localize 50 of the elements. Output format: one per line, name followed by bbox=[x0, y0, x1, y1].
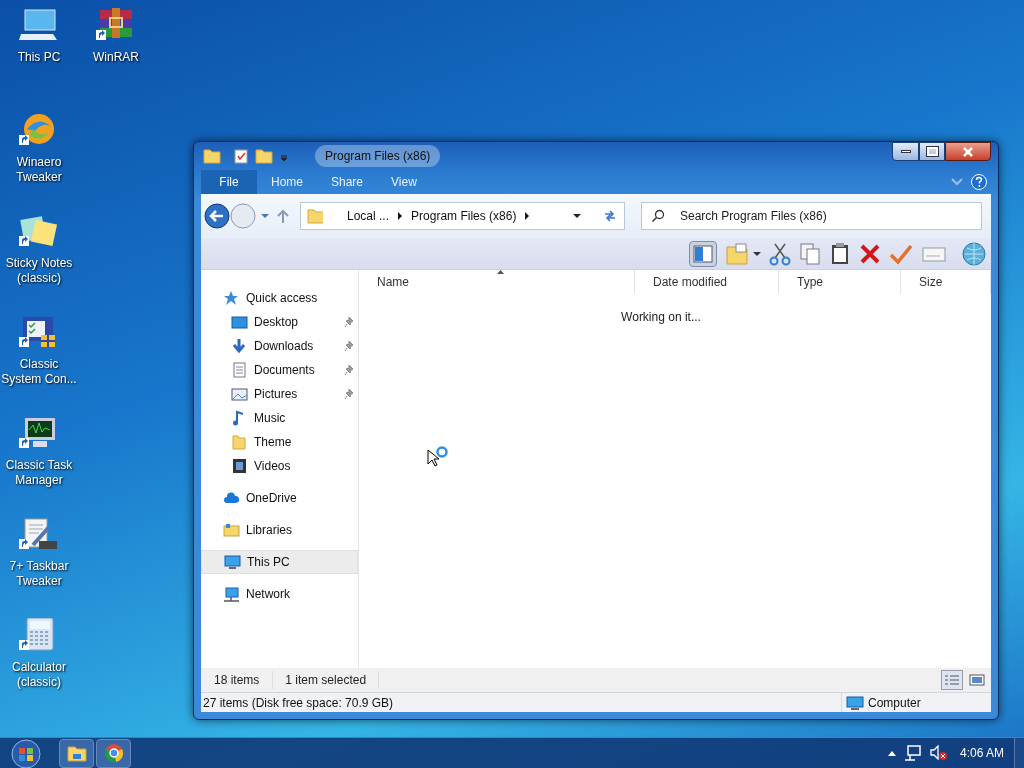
disk-summary: 27 items (Disk free space: 70.9 GB) bbox=[202, 694, 395, 712]
nav-label: OneDrive bbox=[246, 490, 297, 507]
column-header[interactable]: Date modified bbox=[635, 270, 779, 294]
selection-count: 1 item selected bbox=[273, 671, 380, 689]
nav-label: Videos bbox=[254, 458, 291, 475]
column-header[interactable]: Type bbox=[779, 270, 901, 294]
nav-item[interactable]: Documents bbox=[201, 358, 358, 382]
icon-label[interactable]: Sticky Notes (classic) bbox=[0, 256, 78, 286]
breadcrumb[interactable]: Local ... bbox=[347, 207, 390, 225]
nav-item[interactable]: Theme bbox=[201, 430, 358, 454]
nav-label: Desktop bbox=[254, 314, 299, 331]
nav-item[interactable]: Pictures bbox=[201, 382, 358, 406]
column-header[interactable]: Size bbox=[901, 270, 991, 294]
nav-label: Network bbox=[246, 586, 290, 603]
nav-item[interactable]: Desktop bbox=[201, 310, 358, 334]
icon-label[interactable]: 7+ Taskbar Tweaker bbox=[0, 559, 78, 589]
ribbon-tab[interactable]: Share bbox=[317, 170, 378, 194]
icon-label[interactable]: Classic System Con... bbox=[0, 357, 78, 387]
nav-item[interactable]: Network bbox=[201, 582, 358, 606]
icon-label[interactable]: Classic Task Manager bbox=[0, 458, 78, 488]
nav-item[interactable]: Downloads bbox=[201, 334, 358, 358]
nav-label: Theme bbox=[254, 434, 292, 451]
ribbon-tab[interactable]: View bbox=[377, 170, 431, 194]
nav-item[interactable]: Quick access bbox=[201, 286, 358, 310]
icon-label[interactable]: Winaero Tweaker bbox=[0, 155, 78, 185]
nav-label: Libraries bbox=[246, 522, 293, 539]
nav-label: Quick access bbox=[246, 290, 318, 307]
nav-item[interactable]: This PC bbox=[201, 550, 358, 574]
ribbon-tab[interactable]: Home bbox=[257, 170, 317, 194]
nav-label: This PC bbox=[247, 554, 290, 571]
column-header[interactable]: Name bbox=[359, 270, 635, 294]
nav-item[interactable]: Libraries bbox=[201, 518, 358, 542]
clock[interactable]: 4:06 AM bbox=[959, 744, 1004, 762]
nav-label: Downloads bbox=[254, 338, 314, 355]
icon-label[interactable]: WinRAR bbox=[93, 50, 139, 65]
search-field[interactable]: Search Program Files (x86) bbox=[641, 202, 982, 230]
icon-label[interactable]: This PC bbox=[17, 50, 61, 65]
window-title: Program Files (x86) bbox=[315, 145, 441, 167]
status-message: Working on it... bbox=[620, 309, 702, 326]
nav-item[interactable]: OneDrive bbox=[201, 486, 358, 510]
nav-label: Documents bbox=[254, 362, 315, 379]
nav-label: Music bbox=[254, 410, 286, 427]
ribbon-tab[interactable]: File bbox=[201, 170, 257, 194]
breadcrumb[interactable]: Program Files (x86) bbox=[411, 207, 517, 225]
address-bar[interactable]: Local ... Program Files (x86) bbox=[300, 202, 625, 230]
nav-item[interactable]: Videos bbox=[201, 454, 358, 478]
zone-label: Computer bbox=[868, 694, 921, 712]
nav-label: Pictures bbox=[254, 386, 298, 403]
item-count: 18 items bbox=[201, 671, 274, 689]
nav-item[interactable]: Music bbox=[201, 406, 358, 430]
